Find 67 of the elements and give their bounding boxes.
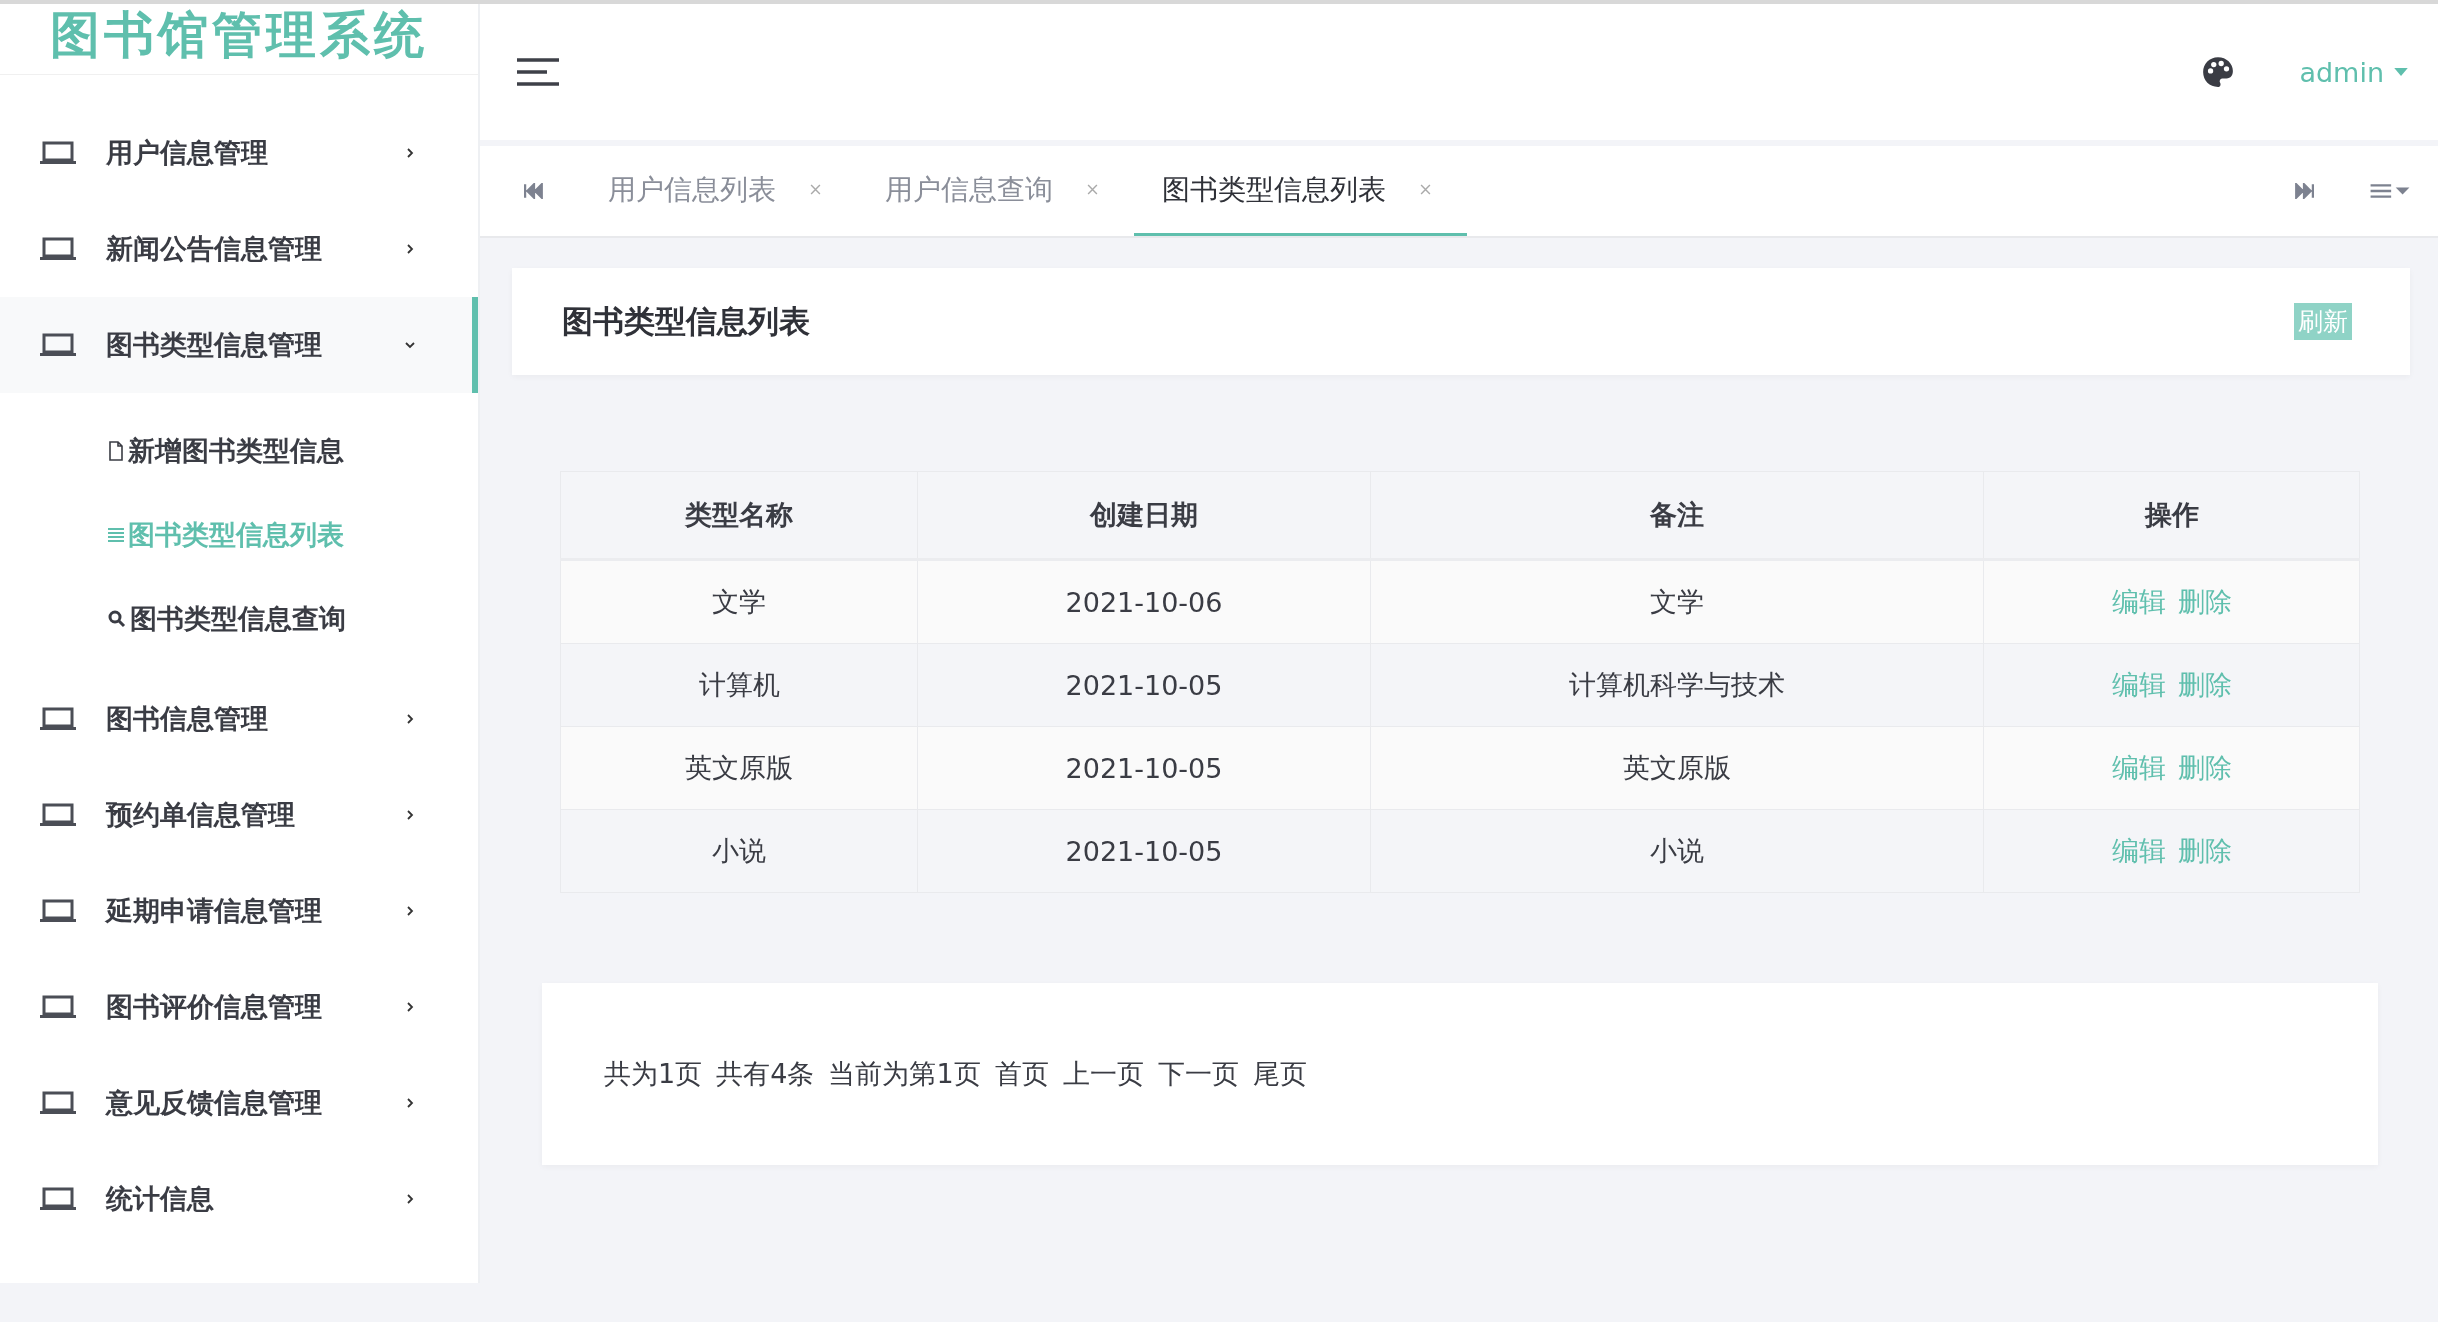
table-cell: 文学 [1370,559,1984,644]
table-cell: 2021-10-05 [917,809,1371,893]
document-icon [108,441,124,461]
close-icon[interactable] [1420,184,1431,195]
chevron-right-icon [404,1097,416,1109]
pagination-link[interactable]: 首页 [994,1056,1049,1092]
laptop-icon [40,995,76,1019]
pagination-info: 共为1页 [604,1057,703,1091]
laptop-icon [40,333,76,357]
search-icon [108,610,126,628]
table-cell: 2021-10-05 [917,726,1371,810]
chevron-right-icon [404,713,416,725]
submenu-item[interactable]: 图书类型信息查询 [0,577,478,661]
laptop-icon [40,707,76,731]
laptop-icon [40,237,76,261]
sidebar-item[interactable]: 用户信息管理 [0,105,478,201]
laptop-icon [40,899,76,923]
skip-back-icon[interactable] [524,183,544,199]
sidebar-item[interactable]: 新闻公告信息管理 [0,201,478,297]
pagination-link[interactable]: 下一页 [1157,1056,1239,1092]
sidebar-item[interactable]: 统计信息 [0,1151,478,1247]
pagination-info: 共有4条 [716,1057,815,1091]
close-icon[interactable] [810,184,821,195]
sidebar-item[interactable]: 图书评价信息管理 [0,959,478,1055]
table-cell: 英文原版 [560,726,918,810]
pagination-link[interactable]: 上一页 [1062,1056,1144,1092]
app-title: 图书馆管理系统 [0,0,478,75]
list-icon [108,526,124,544]
table-cell: 2021-10-05 [917,643,1371,727]
sidebar-item[interactable]: 意见反馈信息管理 [0,1055,478,1151]
chevron-right-icon [404,809,416,821]
laptop-icon [40,1187,76,1211]
tab[interactable]: 图书类型信息列表 [1134,146,1467,236]
sidebar-item[interactable]: 延期申请信息管理 [0,863,478,959]
caret-icon [2394,67,2408,77]
column-header: 备注 [1370,471,1984,560]
chevron-right-icon [404,905,416,917]
column-header: 操作 [1983,471,2360,560]
table-cell: 小说 [1370,809,1984,893]
column-header: 类型名称 [560,471,918,560]
menu-icon[interactable] [517,57,559,87]
pagination-info: 当前为第1页 [828,1057,981,1091]
laptop-icon [40,803,76,827]
table-cell: 计算机科学与技术 [1370,643,1984,727]
chevron-right-icon [404,1001,416,1013]
column-header: 创建日期 [917,471,1371,560]
panel-title: 图书类型信息列表 [562,301,810,341]
pagination-link[interactable]: 尾页 [1252,1056,1307,1092]
palette-icon[interactable] [2201,55,2236,89]
table-cell: 2021-10-06 [917,559,1371,644]
skip-forward-icon[interactable] [2294,183,2314,199]
table-cell: 英文原版 [1370,726,1984,810]
laptop-icon [40,1091,76,1115]
laptop-icon [40,141,76,165]
chevron-down-icon [404,339,416,351]
sidebar-item[interactable]: 图书信息管理 [0,671,478,767]
sidebar-item[interactable]: 预约单信息管理 [0,767,478,863]
chevron-right-icon [404,1193,416,1205]
close-icon[interactable] [1087,184,1098,195]
table-cell: 计算机 [560,643,918,727]
table-cell: 小说 [560,809,918,893]
table-cell: 文学 [560,559,918,644]
chevron-right-icon [404,147,416,159]
chevron-right-icon [404,243,416,255]
list-dropdown-icon[interactable] [2370,183,2410,199]
sidebar-item[interactable]: 图书类型信息管理 [0,297,478,393]
submenu-item[interactable]: 新增图书类型信息 [0,409,478,493]
